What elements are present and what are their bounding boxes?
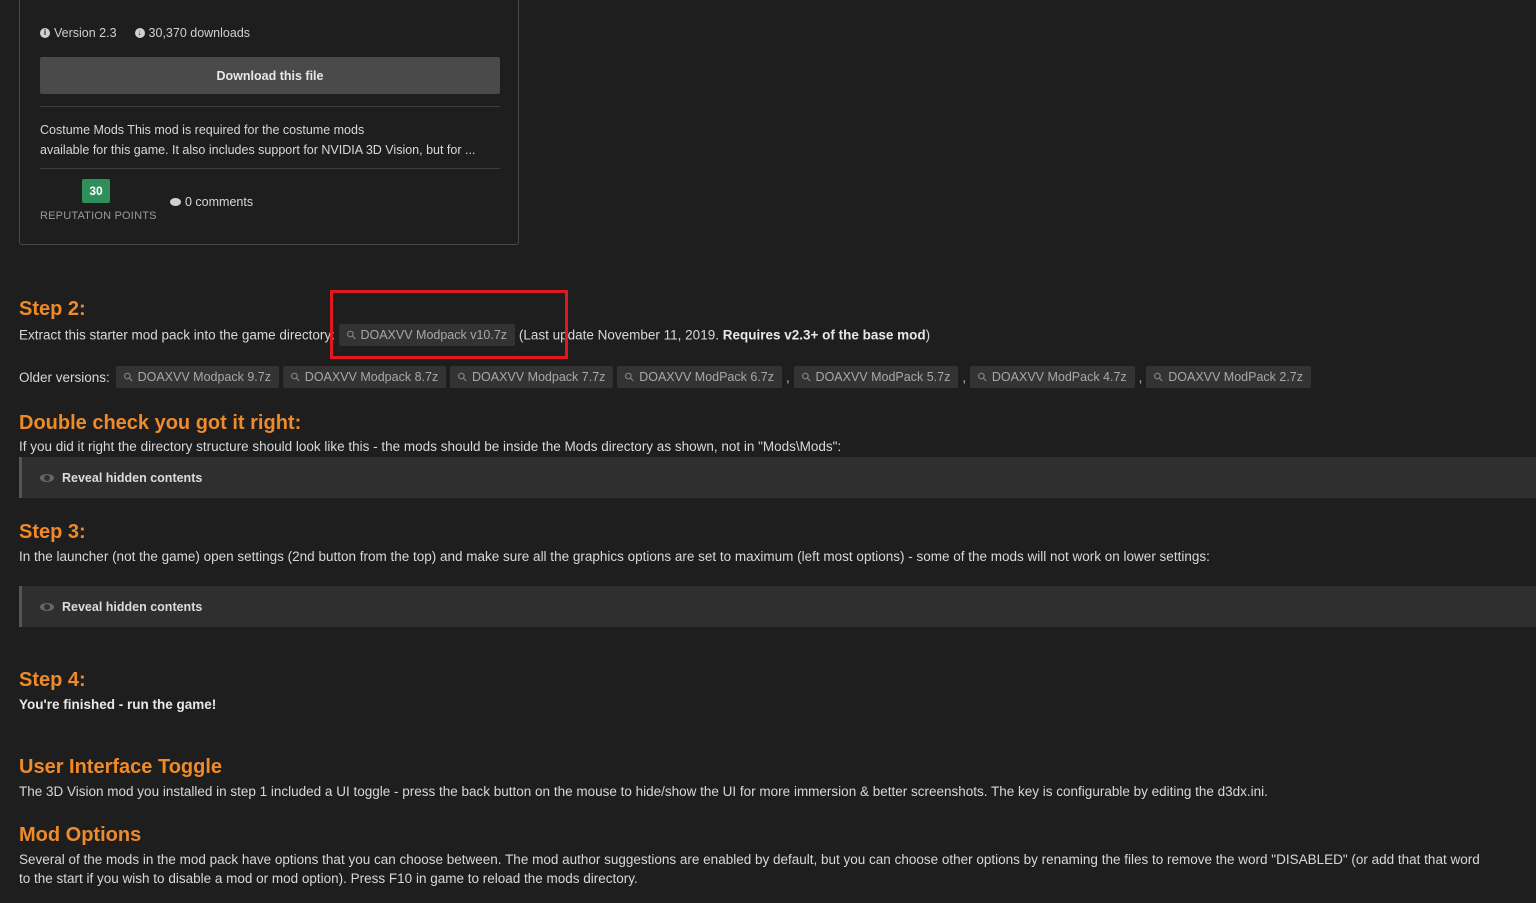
paperclip-icon: ⚲: [287, 368, 304, 386]
page: i Version 2.3 ↓ 30,370 downloads Downloa…: [0, 0, 1536, 903]
attachment-older[interactable]: ⚲ DOAXVV ModPack 6.7z: [617, 366, 782, 388]
eye-icon: [40, 602, 54, 611]
mod-options-text-line2: to the start if you wish to disable a mo…: [19, 871, 638, 886]
download-file-button[interactable]: Download this file: [40, 57, 500, 94]
divider: [40, 168, 500, 169]
paperclip-icon: ⚲: [120, 368, 137, 386]
reputation-label: REPUTATION POINTS: [40, 210, 157, 222]
double-check-text: If you did it right the directory struct…: [19, 439, 842, 454]
attachment-older[interactable]: ⚲ DOAXVV ModPack 4.7z: [970, 366, 1135, 388]
step2-text-end: ): [925, 327, 931, 343]
divider: [40, 106, 500, 107]
reveal-label: Reveal hidden contents: [62, 470, 203, 485]
file-description: Costume Mods This mod is required for th…: [40, 120, 510, 160]
comments-link[interactable]: 0 comments: [170, 195, 253, 209]
older-versions: Older versions: ⚲ DOAXVV Modpack 9.7z ⚲ DO…: [19, 366, 1315, 388]
downloads-text: 30,370 downloads: [148, 26, 251, 40]
paperclip-icon: ⚲: [798, 368, 815, 386]
attachment-label: DOAXVV ModPack 6.7z: [639, 370, 774, 384]
paperclip-icon: ⚲: [454, 368, 471, 386]
download-circle-icon: ↓: [134, 28, 145, 38]
mod-options-heading: Mod Options: [19, 824, 142, 846]
attachment-label: DOAXVV Modpack 9.7z: [137, 370, 271, 384]
comments-text: 0 comments: [185, 195, 254, 209]
older-versions-label: Older versions:: [19, 369, 110, 385]
double-check-heading: Double check you got it right:: [19, 412, 302, 434]
version-text: Version 2.3: [54, 26, 117, 40]
description-line: Costume Mods This mod is required for th…: [40, 123, 365, 137]
separator: ,: [785, 369, 790, 385]
attachment-older[interactable]: ⚲ DOAXVV Modpack 7.7z: [450, 366, 614, 388]
attachment-older[interactable]: ⚲ DOAXVV Modpack 8.7z: [283, 366, 447, 388]
step2-text-before: Extract this starter mod pack into the g…: [19, 327, 335, 343]
eye-icon: [40, 473, 54, 482]
attachment-label: DOAXVV ModPack 2.7z: [1168, 370, 1304, 384]
file-meta: i Version 2.3 ↓ 30,370 downloads: [40, 26, 250, 40]
attachment-older[interactable]: ⚲ DOAXVV ModPack 5.7z: [793, 366, 959, 388]
mod-options-text-line1: Several of the mods in the mod pack have…: [19, 852, 1480, 867]
paperclip-icon: ⚲: [621, 368, 638, 386]
reveal-label: Reveal hidden contents: [62, 599, 203, 614]
info-icon: i: [40, 28, 50, 38]
step2-heading: Step 2:: [19, 298, 86, 320]
reveal-hidden-contents-1[interactable]: Reveal hidden contents: [19, 457, 1536, 498]
step4-text: You're finished - run the game!: [19, 697, 217, 712]
ui-toggle-text: The 3D Vision mod you installed in step …: [19, 784, 1268, 799]
separator: ,: [1138, 369, 1143, 385]
step2-requirement: Requires v2.3+ of the base mod: [722, 327, 926, 343]
step3-text: In the launcher (not the game) open sett…: [19, 549, 1210, 564]
downloads-info: ↓ 30,370 downloads: [134, 26, 251, 40]
attachment-older[interactable]: ⚲ DOAXVV Modpack 9.7z: [115, 366, 279, 388]
step3-heading: Step 3:: [19, 521, 86, 543]
reputation-badge: 30: [82, 179, 110, 203]
ui-toggle-heading: User Interface Toggle: [19, 756, 223, 778]
comment-bubble-icon: [170, 198, 181, 206]
paperclip-icon: ⚲: [1150, 368, 1167, 386]
attachment-label: DOAXVV Modpack 7.7z: [472, 370, 606, 384]
attachment-label: DOAXVV ModPack 4.7z: [991, 370, 1127, 384]
separator: ,: [962, 369, 967, 385]
attachment-label: DOAXVV ModPack 5.7z: [815, 370, 951, 384]
description-line: available for this game. It also include…: [40, 143, 476, 157]
reveal-hidden-contents-2[interactable]: Reveal hidden contents: [19, 586, 1536, 627]
red-highlight-box: [330, 290, 568, 359]
paperclip-icon: ⚲: [974, 368, 991, 386]
attachment-older[interactable]: ⚲ DOAXVV ModPack 2.7z: [1146, 366, 1312, 388]
file-card: i Version 2.3 ↓ 30,370 downloads Downloa…: [19, 0, 519, 245]
step4-heading: Step 4:: [19, 669, 86, 691]
version-info: i Version 2.3: [40, 26, 117, 40]
attachment-label: DOAXVV Modpack 8.7z: [304, 370, 439, 384]
